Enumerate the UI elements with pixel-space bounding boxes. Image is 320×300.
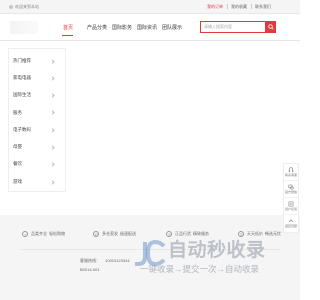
search-button[interactable] — [265, 21, 276, 33]
footer-code: B0014-001 — [80, 267, 100, 272]
service-item: 正品行货 精致服务 — [166, 231, 211, 237]
sidebar-item-label: 国际生活 — [13, 92, 31, 98]
headset-icon — [288, 166, 294, 172]
service-title: 天天低价 — [247, 231, 263, 236]
sidebar-item-label: 母婴 — [13, 144, 22, 150]
service-desc: 精致服务 — [193, 231, 209, 236]
service-item: 多仓直发 极速配送 — [93, 231, 138, 237]
nav-home[interactable]: 首页 — [63, 25, 73, 31]
toplink-divider — [227, 4, 228, 9]
sidebar-item[interactable]: 热门推荐 — [9, 52, 65, 69]
genuine-icon — [166, 231, 172, 237]
welcome-text: 欢迎来到本站 — [15, 4, 39, 9]
chevron-right-icon — [50, 145, 55, 150]
chevron-right-icon — [50, 76, 55, 81]
nav-products[interactable]: 产品分类 — [87, 25, 107, 31]
chat-icon — [288, 184, 294, 190]
watermark-subtitle: 一键收录→提交一次→自动收录 — [140, 264, 260, 274]
sidebar-item-label: 电子数码 — [13, 126, 31, 132]
header-divider — [0, 40, 300, 41]
float-feedback[interactable]: 用户反馈 — [284, 198, 298, 215]
float-label: 联系客服 — [284, 172, 297, 177]
float-contact-service[interactable]: 联系客服 — [284, 164, 298, 181]
sidebar-item-label: 家电电器 — [13, 74, 31, 80]
chevron-right-icon — [50, 162, 55, 167]
toplink-orders[interactable]: 我的订单 — [207, 4, 223, 9]
service-title: 品类齐全 — [31, 231, 47, 236]
warehouse-icon — [93, 231, 99, 237]
sidebar-item-label: 服务 — [13, 109, 22, 115]
chevron-right-icon — [50, 110, 55, 116]
hotline-value: 10010123344 — [105, 258, 130, 263]
watermark-title: 自动秒收录 — [168, 240, 266, 261]
chevron-right-icon — [50, 93, 55, 98]
price-tag-icon — [238, 231, 244, 237]
sidebar-item[interactable]: 游戏 — [9, 173, 65, 190]
service-desc: 轻松购物 — [49, 231, 65, 236]
sidebar-item[interactable]: 家电电器 — [9, 69, 65, 86]
service-desc: 极速配送 — [120, 231, 136, 236]
sidebar-item[interactable]: 服务 — [9, 104, 65, 121]
sidebar-item[interactable]: 电子数码 — [9, 121, 65, 138]
chevron-right-icon — [50, 58, 55, 64]
hotline: 客服热线： 10010123344 — [80, 258, 130, 264]
service-desc: 畅选无忧 — [265, 231, 281, 236]
sidebar-item-label: 游戏 — [13, 178, 22, 184]
float-label: 官方微信 — [284, 189, 297, 194]
site-logo[interactable] — [10, 21, 38, 34]
service-item: 天天低价 畅选无忧 — [238, 231, 283, 237]
sidebar-item[interactable]: 母婴 — [9, 138, 65, 155]
check-icon — [22, 231, 28, 237]
nav-item-3[interactable]: 国际影务 — [112, 25, 132, 31]
nav-item-4[interactable]: 国际资讯 — [137, 25, 157, 31]
chevron-right-icon — [50, 179, 55, 185]
search-input[interactable] — [204, 22, 264, 32]
toplink-contact[interactable]: 联系我们 — [255, 4, 271, 9]
nav-active-indicator — [62, 35, 73, 36]
sidebar-item[interactable]: 餐饮 — [9, 156, 65, 173]
float-wechat[interactable]: 官方微信 — [284, 181, 298, 198]
feedback-icon — [288, 201, 294, 207]
floating-toolbar: 联系客服 官方微信 用户反馈 返回顶部 — [283, 163, 299, 233]
sidebar-item-label: 餐饮 — [13, 161, 22, 167]
float-label: 用户反馈 — [284, 206, 297, 211]
chevron-right-icon — [50, 128, 55, 133]
jc-logo-icon — [135, 239, 166, 267]
category-sidebar: 热门推荐 家电电器 国际生活 服务 电子数码 母婴 餐饮 游戏 — [8, 48, 66, 192]
sidebar-item-label: 热门推荐 — [13, 57, 31, 63]
service-item: 品类齐全 轻松购物 — [22, 231, 67, 237]
toplink-favorites[interactable]: 我的收藏 — [231, 4, 247, 9]
sidebar-item[interactable]: 国际生活 — [9, 87, 65, 104]
search-icon — [267, 24, 274, 30]
nav-item-5[interactable]: 团队展示 — [162, 25, 182, 31]
service-title: 正品行货 — [175, 231, 191, 236]
hotline-label: 客服热线： — [80, 258, 100, 263]
float-back-to-top[interactable]: 返回顶部 — [284, 215, 298, 232]
location-icon — [9, 5, 13, 9]
toplink-divider — [251, 4, 252, 9]
service-title: 多仓直发 — [102, 231, 118, 236]
float-label: 返回顶部 — [284, 224, 297, 229]
